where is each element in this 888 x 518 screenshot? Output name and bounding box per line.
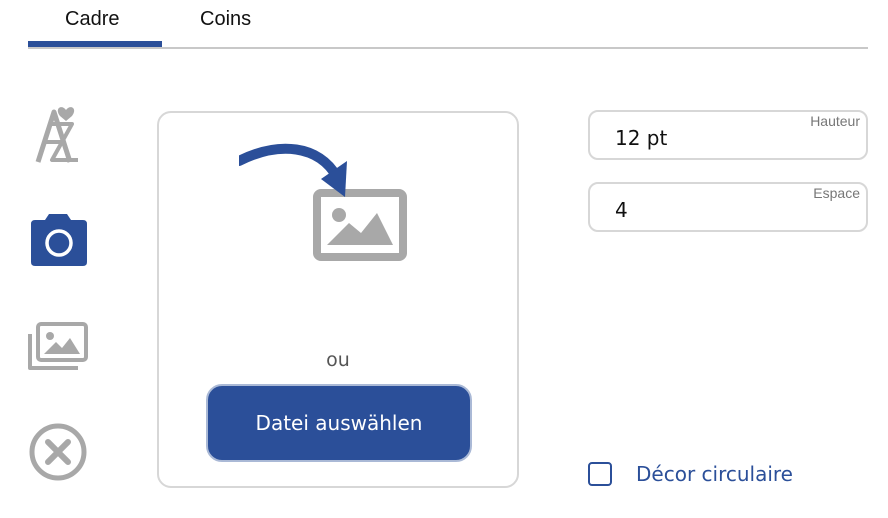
spacing-field[interactable]: Espace	[588, 182, 868, 232]
remove-tool-button[interactable]	[26, 420, 90, 484]
choose-file-button[interactable]: Datei auswählen	[206, 384, 472, 462]
tab-bar: Cadre Coins	[28, 0, 868, 49]
remove-icon	[29, 423, 87, 481]
gallery-icon	[28, 322, 88, 370]
gallery-tool-button[interactable]	[26, 314, 90, 378]
height-label: Hauteur	[810, 113, 860, 129]
or-separator: ou	[326, 349, 350, 371]
text-tool-button[interactable]	[26, 104, 90, 168]
image-upload-icon	[239, 143, 407, 261]
active-tab-indicator	[28, 41, 162, 47]
camera-icon	[31, 214, 87, 266]
circular-decor-checkbox[interactable]	[588, 462, 612, 486]
height-input[interactable]	[615, 126, 795, 150]
spacing-input[interactable]	[615, 198, 795, 222]
circular-decor-option[interactable]: Décor circulaire	[588, 462, 793, 486]
tab-coins[interactable]: Coins	[200, 8, 251, 31]
upload-panel[interactable]: ou Datei auswählen	[157, 111, 519, 488]
text-icon	[35, 107, 78, 163]
spacing-label: Espace	[813, 185, 860, 201]
tab-cadre[interactable]: Cadre	[65, 8, 119, 31]
camera-tool-button[interactable]	[26, 208, 90, 272]
circular-decor-label: Décor circulaire	[636, 462, 793, 486]
height-field[interactable]: Hauteur	[588, 110, 868, 160]
